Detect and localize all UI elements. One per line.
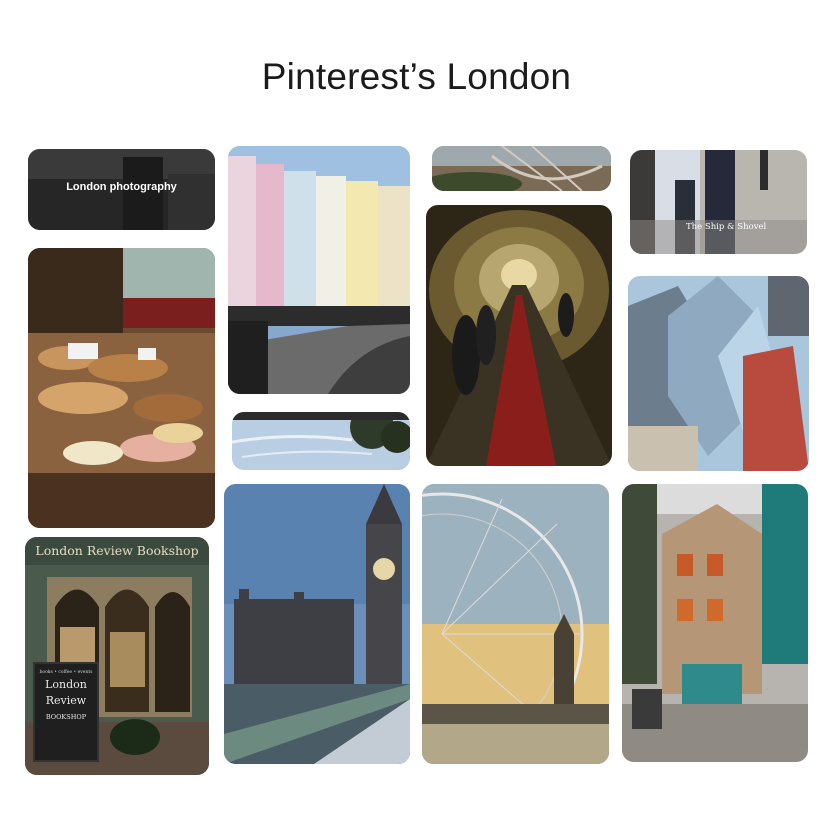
pin-image xyxy=(422,484,609,764)
pin-image xyxy=(622,484,808,762)
a-board-top-line: books • coffee • events xyxy=(39,670,93,675)
pin-image xyxy=(228,146,410,394)
pin-image xyxy=(426,205,612,466)
pin-london-eye[interactable] xyxy=(422,484,609,764)
pin-pastel-houses[interactable] xyxy=(228,146,410,394)
pin-underground-tunnel[interactable] xyxy=(426,205,612,466)
pin-london-photography[interactable]: London photography xyxy=(28,149,215,230)
a-board-title-1: London xyxy=(45,678,87,691)
pin-tag-label: The Ship & Shovel xyxy=(686,222,767,232)
pin-image xyxy=(432,146,611,191)
a-board-title-2: Review xyxy=(45,694,87,707)
pin-overlay-label: London photography xyxy=(66,181,177,194)
pin-skyscrapers[interactable] xyxy=(628,276,809,471)
pin-ship-shovel[interactable]: The Ship & Shovel xyxy=(630,150,807,254)
board-title: Pinterest’s London xyxy=(261,56,572,97)
pin-bakery-display[interactable] xyxy=(28,248,215,528)
pin-bookshop[interactable]: London Review Bookshop books • coffee • … xyxy=(25,537,209,775)
pin-sky-tree[interactable] xyxy=(232,412,410,470)
a-board-sign: books • coffee • events London Review BO… xyxy=(33,662,99,762)
pin-image xyxy=(224,484,410,764)
a-board-bottom: BOOKSHOP xyxy=(45,713,87,721)
pin-neals-yard[interactable] xyxy=(622,484,808,762)
pin-image xyxy=(630,150,807,254)
pin-eye-top[interactable] xyxy=(432,146,611,191)
pin-image xyxy=(628,276,809,471)
pin-image xyxy=(28,248,215,528)
pin-image xyxy=(232,412,410,470)
pin-big-ben[interactable] xyxy=(224,484,410,764)
bookshop-sign: London Review Bookshop xyxy=(35,543,199,558)
